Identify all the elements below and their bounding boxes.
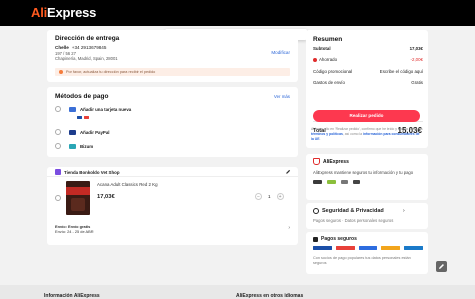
- radio-button[interactable]: [55, 106, 61, 112]
- address-title: Dirección de entrega: [55, 35, 120, 42]
- promo-code-input[interactable]: Escribe el código aquí: [380, 69, 423, 74]
- modify-address-link[interactable]: Modificar: [271, 50, 290, 55]
- payment-logos: [313, 246, 423, 250]
- security-subtitle: Pagos seguros · Datos personales seguros: [313, 218, 394, 223]
- radio-button[interactable]: [55, 143, 61, 149]
- footer-languages-heading: AliExpress en otros idiomas: [236, 293, 304, 299]
- protection-brand: AliExpress: [323, 159, 349, 165]
- product-price: 17,03€: [97, 194, 115, 200]
- protection-card: AliExpress AliExpress mantiene seguros t…: [306, 154, 428, 200]
- secure-payments-card: Pagos seguros Con socios de pago popular…: [306, 232, 428, 274]
- paypal-icon: [69, 129, 76, 135]
- security-badges: [313, 180, 360, 184]
- mastercard-icon: [84, 116, 89, 119]
- product-name[interactable]: Acana Adult Classics Red 2 Kg: [97, 182, 158, 187]
- visa-icon: [77, 116, 82, 119]
- store-card: Tienda Bonkoldo Vet Shop Acana Adult Cla…: [47, 167, 298, 245]
- warning-icon: [59, 70, 63, 74]
- payment-option-paypal[interactable]: Añadir PayPal: [55, 127, 110, 137]
- product-image[interactable]: [66, 181, 90, 215]
- payment-logo-icon: [381, 246, 401, 250]
- store-header: Tienda Bonkoldo Vet Shop: [47, 167, 298, 177]
- increase-quantity-button[interactable]: +: [276, 193, 284, 200]
- place-order-button[interactable]: Realizar pedido: [313, 110, 420, 122]
- badge-icon: [353, 180, 360, 184]
- payment-methods-card: Métodos de pago Ver más Añadir una tarje…: [47, 87, 298, 157]
- payment-option-card[interactable]: Añadir una tarjeta nueva: [55, 104, 131, 114]
- top-bar: AliExpress: [0, 0, 475, 26]
- promo-code-row[interactable]: Código promocional Escribe el código aquí: [313, 69, 423, 74]
- chevron-right-icon[interactable]: ›: [288, 225, 290, 231]
- shipping-row: Gastos de envío Gratis: [313, 80, 423, 85]
- payment-logo-icon: [313, 246, 332, 250]
- shield-icon: [313, 158, 320, 165]
- protection-text: AliExpress mantiene seguros tu informaci…: [313, 170, 414, 175]
- badge-icon: [341, 180, 348, 184]
- delivery-address-card: Dirección de entrega Chelle +34 291367984…: [47, 30, 298, 82]
- card-icon: [69, 106, 76, 112]
- discount-icon: [313, 57, 317, 62]
- product-radio-button[interactable]: [55, 195, 61, 201]
- pencil-icon: [439, 264, 444, 269]
- recipient: Chelle +34 2913679845: [55, 45, 107, 50]
- footer-info-heading: Información AliExpress: [44, 293, 100, 299]
- address-line-2: Chapinería, Madrid, Spain, 28001: [55, 56, 118, 61]
- payment-logo-icon: [404, 246, 423, 250]
- badge-icon: [313, 180, 322, 184]
- secure-payments-title: Pagos seguros: [321, 236, 357, 242]
- lock-icon: [313, 208, 319, 214]
- decrease-quantity-button[interactable]: −: [255, 193, 262, 200]
- security-title: Seguridad & Privacidad: [322, 208, 384, 214]
- secure-payments-subtitle: Con socios de pago populares tus datos p…: [313, 256, 411, 265]
- chevron-right-icon[interactable]: ›: [403, 208, 405, 214]
- badge-icon: [327, 180, 336, 184]
- payment-logo-icon: [335, 246, 355, 250]
- summary-title: Resumen: [313, 36, 343, 43]
- terms-link[interactable]: términos y políticas: [311, 132, 343, 136]
- payment-option-bizum[interactable]: Bizum: [55, 141, 93, 151]
- quantity-stepper[interactable]: − 1 +: [255, 193, 284, 200]
- subtotal-row: Subtotal 17,03€: [313, 46, 423, 51]
- shipping-date: Envío: 24 - 25 de ABR: [55, 229, 94, 234]
- card-brands: [77, 116, 89, 119]
- legal-text: Al hacer clic en 'Realizar pedido', conf…: [311, 127, 423, 141]
- store-icon: [55, 169, 61, 175]
- address-warning: Por favor, actualiza tu dirección para r…: [55, 68, 290, 76]
- saved-row[interactable]: Ahorrado -2,00€: [313, 57, 423, 62]
- quantity-value: 1: [268, 194, 271, 199]
- bizum-icon: [69, 143, 76, 149]
- lock-icon: [313, 237, 318, 242]
- payment-title: Métodos de pago: [55, 93, 109, 100]
- footer: Información AliExpress AliExpress en otr…: [0, 285, 475, 299]
- view-more-link[interactable]: Ver más: [274, 94, 290, 99]
- radio-button[interactable]: [55, 129, 61, 135]
- aliexpress-logo[interactable]: AliExpress: [31, 5, 96, 20]
- feedback-button[interactable]: [436, 261, 447, 272]
- payment-logo-icon: [358, 246, 378, 250]
- store-name[interactable]: Tienda Bonkoldo Vet Shop: [64, 170, 120, 175]
- edit-icon[interactable]: [285, 169, 291, 175]
- security-privacy-card[interactable]: Seguridad & Privacidad › Pagos seguros ·…: [306, 203, 428, 229]
